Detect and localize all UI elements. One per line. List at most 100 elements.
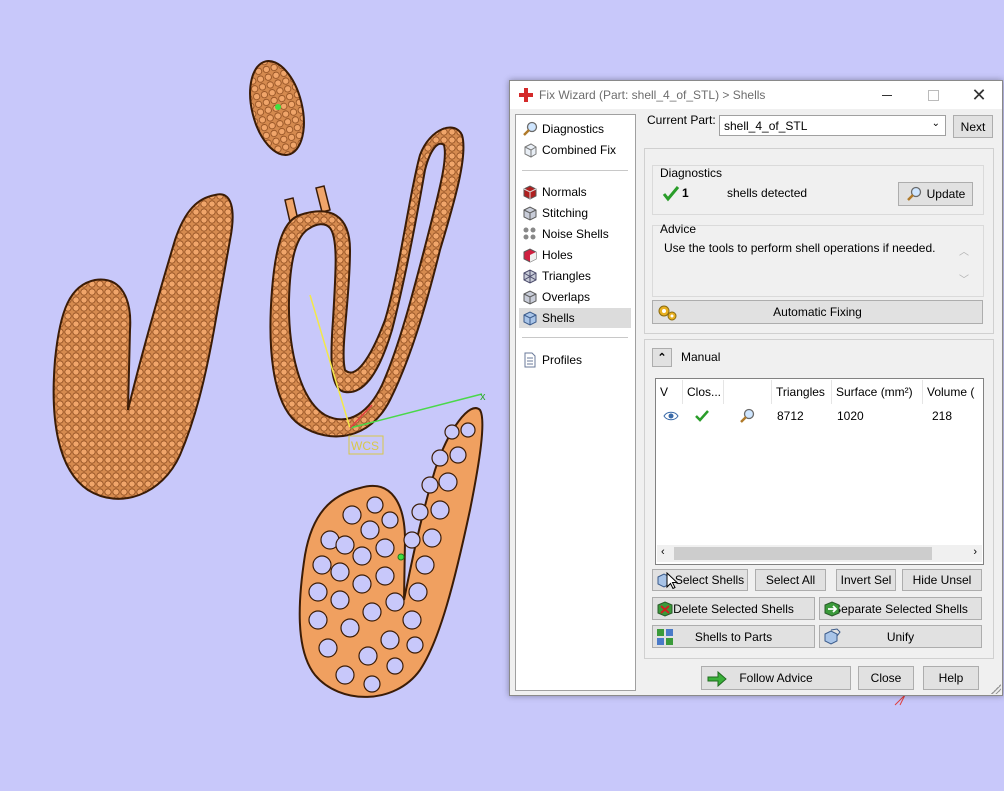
overlaps-cube-icon [523, 290, 537, 305]
chevron-down-icon: ⌄ [931, 118, 940, 129]
shells-cube-icon [523, 311, 537, 326]
automatic-fixing-button[interactable]: Automatic Fixing [652, 300, 983, 324]
nav-item-stitching[interactable]: Stitching [519, 203, 631, 223]
close-button[interactable]: Close [858, 666, 914, 690]
hide-unsel-button[interactable]: Hide Unsel [902, 569, 982, 591]
nav-label: Combined Fix [542, 143, 617, 157]
current-part-value: shell_4_of_STL [724, 119, 808, 133]
nav-label: Noise Shells [542, 227, 609, 241]
nav-item-profiles[interactable]: Profiles [519, 350, 631, 370]
current-part-select[interactable]: shell_4_of_STL ⌄ [719, 115, 946, 136]
eye-icon[interactable] [663, 406, 679, 426]
noise-shells-icon [523, 227, 536, 240]
stitching-cube-icon [523, 206, 537, 221]
nav-separator [522, 170, 628, 171]
nav-item-triangles[interactable]: Triangles [519, 266, 631, 286]
nav-label: Triangles [542, 269, 591, 283]
triangles-cell: 8712 [777, 409, 804, 423]
current-part-label: Current Part: [647, 113, 716, 127]
surface-cell: 1020 [837, 409, 864, 423]
part-shell-outline [269, 126, 465, 438]
shells-to-parts-button[interactable]: Shells to Parts [652, 625, 815, 648]
red-cross-icon [519, 88, 533, 102]
select-all-button[interactable]: Select All [755, 569, 826, 591]
title-bar[interactable]: Fix Wizard (Part: shell_4_of_STL) > Shel… [510, 81, 1002, 109]
invert-sel-button[interactable]: Invert Sel [836, 569, 896, 591]
part-honeycomb [298, 407, 484, 698]
diagnostics-title: Diagnostics [660, 166, 723, 180]
advice-group [652, 225, 984, 297]
scroll-up-icon[interactable]: ︿ [959, 243, 969, 258]
advice-text: Use the tools to perform shell operation… [664, 241, 936, 255]
scroll-down-icon[interactable]: ﹀ [959, 271, 969, 286]
nav-item-shells[interactable]: Shells [519, 308, 631, 328]
nav-label: Shells [542, 311, 575, 325]
nav-label: Normals [542, 185, 587, 199]
nav-label: Overlaps [542, 290, 591, 304]
wcs-label: WCS [351, 439, 379, 453]
resize-grip[interactable] [991, 684, 1001, 694]
nav-label: Diagnostics [542, 122, 605, 136]
parts-cubes-icon [657, 629, 673, 645]
close-window-button[interactable]: ✕ [956, 81, 1002, 109]
next-button[interactable]: Next [953, 115, 993, 138]
column-header-closed[interactable]: Clos... [683, 380, 724, 404]
column-header-volume[interactable]: Volume ( [923, 380, 983, 404]
help-button[interactable]: Help [923, 666, 979, 690]
column-header-zoom[interactable] [724, 380, 772, 404]
maximize-button[interactable] [910, 81, 956, 109]
nav-item-overlaps[interactable]: Overlaps [519, 287, 631, 307]
unify-button[interactable]: Unify [819, 625, 982, 648]
horizontal-scrollbar[interactable]: ‹ › [657, 545, 982, 562]
magnifier-icon [523, 121, 538, 136]
nav-item-combined-fix[interactable]: Combined Fix [519, 140, 631, 160]
manual-title: Manual [681, 350, 721, 364]
normals-cube-icon [523, 185, 537, 200]
update-button[interactable]: Update [898, 182, 973, 206]
closed-check-icon [694, 406, 710, 426]
gears-icon [658, 305, 677, 321]
nav-item-diagnostics[interactable]: Diagnostics [519, 119, 631, 139]
column-header-surface[interactable]: Surface (mm²) [832, 380, 923, 404]
nav-label: Holes [542, 248, 573, 262]
magnifier-icon [906, 186, 921, 201]
separate-selected-shells-button[interactable]: Separate Selected Shells [819, 597, 982, 620]
column-header-triangles[interactable]: Triangles [772, 380, 832, 404]
dialog-title: Fix Wizard (Part: shell_4_of_STL) > Shel… [539, 88, 766, 102]
wizard-nav: Diagnostics Combined Fix Normals Stitchi… [515, 114, 636, 691]
scroll-left-icon[interactable]: ‹ [661, 546, 665, 558]
delete-selected-shells-button[interactable]: Delete Selected Shells [652, 597, 815, 620]
minimize-icon [882, 94, 892, 96]
unify-label: Unify [886, 629, 915, 644]
diagnostics-status: shells detected [727, 186, 808, 200]
nav-item-normals[interactable]: Normals [519, 182, 631, 202]
minimize-button[interactable] [864, 81, 910, 109]
delete-cube-icon [657, 601, 673, 617]
select-shells-label: Select Shells [674, 573, 745, 587]
volume-cell: 218 [932, 409, 953, 423]
column-header-v[interactable]: V [656, 380, 683, 404]
nav-label: Profiles [542, 353, 583, 367]
advice-title: Advice [660, 222, 697, 236]
shells-count: 1 [682, 186, 689, 200]
fix-wizard-dialog: Fix Wizard (Part: shell_4_of_STL) > Shel… [509, 80, 1003, 696]
zoom-to-shell-icon[interactable] [739, 406, 755, 426]
holes-cube-icon [523, 248, 537, 263]
nav-item-holes[interactable]: Holes [519, 245, 631, 265]
nav-separator [522, 337, 628, 338]
scrollbar-thumb[interactable] [674, 547, 932, 560]
arrow-right-icon [707, 671, 727, 687]
part-shell-left [52, 193, 234, 500]
automatic-fixing-label: Automatic Fixing [773, 305, 862, 319]
nav-item-noise-shells[interactable]: Noise Shells [519, 224, 631, 244]
shells-table[interactable]: V Clos... Triangles Surface (mm²) Volume… [655, 378, 984, 565]
update-label: Update [926, 187, 966, 201]
follow-advice-label: Follow Advice [739, 671, 813, 685]
document-icon [524, 352, 536, 368]
collapse-button[interactable]: ⌃ [652, 348, 672, 367]
triangles-cube-icon [523, 269, 537, 284]
check-icon [662, 186, 680, 202]
scroll-right-icon[interactable]: › [973, 546, 977, 558]
follow-advice-button[interactable]: Follow Advice [701, 666, 851, 690]
delete-selected-shells-label: Delete Selected Shells [673, 601, 794, 616]
